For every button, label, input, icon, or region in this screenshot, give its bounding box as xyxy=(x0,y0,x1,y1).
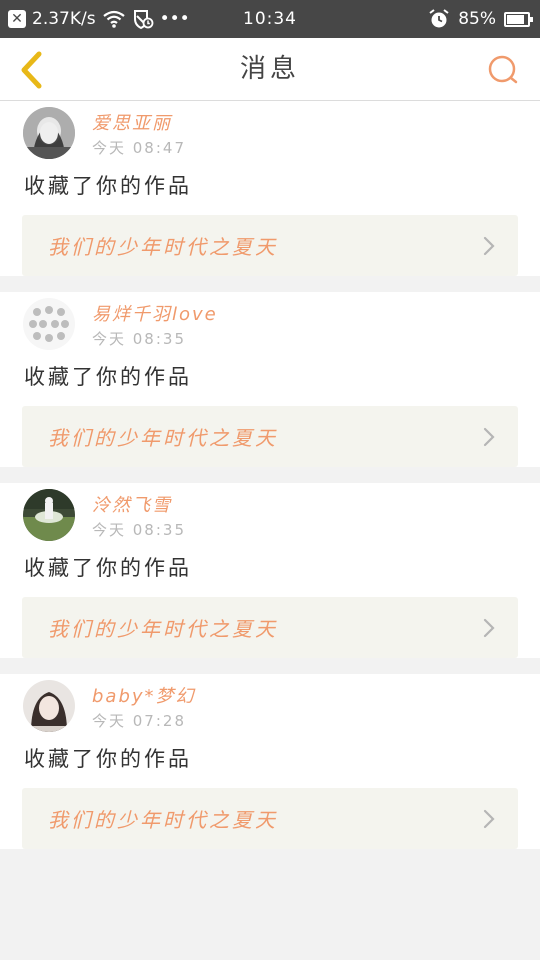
message-card: 爱思亚丽 今天 08:47 收藏了你的作品 我们的少年时代之夏天 xyxy=(0,101,540,276)
status-right: 85% xyxy=(428,0,533,38)
work-title: 我们的少年时代之夏天 xyxy=(48,235,278,259)
message-list: 爱思亚丽 今天 08:47 收藏了你的作品 我们的少年时代之夏天 易烊千羽lov… xyxy=(0,101,540,865)
user-name[interactable]: baby*梦幻 xyxy=(92,682,196,708)
work-link[interactable]: 我们的少年时代之夏天 xyxy=(22,597,518,658)
search-button[interactable] xyxy=(484,51,522,89)
page-title: 消息 xyxy=(239,54,300,84)
work-link[interactable]: 我们的少年时代之夏天 xyxy=(22,788,518,849)
message-time: 今天 08:35 xyxy=(92,521,186,539)
user-name[interactable]: 易烊千羽love xyxy=(92,300,218,326)
status-bar: ✕ 2.37K/s ••• 10:34 85% xyxy=(0,0,540,38)
chevron-right-icon xyxy=(482,426,496,448)
avatar[interactable] xyxy=(23,489,75,541)
message-header: baby*梦幻 今天 07:28 xyxy=(22,674,518,744)
work-title: 我们的少年时代之夏天 xyxy=(48,426,278,450)
message-time: 今天 08:47 xyxy=(92,139,186,157)
work-title: 我们的少年时代之夏天 xyxy=(48,617,278,641)
message-card: baby*梦幻 今天 07:28 收藏了你的作品 我们的少年时代之夏天 xyxy=(0,674,540,849)
message-card: 泠然飞雪 今天 08:35 收藏了你的作品 我们的少年时代之夏天 xyxy=(0,483,540,658)
message-action: 收藏了你的作品 xyxy=(24,365,192,389)
battery-percent: 85% xyxy=(458,9,496,29)
battery-icon xyxy=(504,11,533,27)
work-title: 我们的少年时代之夏天 xyxy=(48,808,278,832)
message-header: 爱思亚丽 今天 08:47 xyxy=(22,101,518,171)
work-link[interactable]: 我们的少年时代之夏天 xyxy=(22,406,518,467)
message-action: 收藏了你的作品 xyxy=(24,747,192,771)
message-header: 泠然飞雪 今天 08:35 xyxy=(22,483,518,553)
message-header: 易烊千羽love 今天 08:35 xyxy=(22,292,518,362)
app-header: 消息 xyxy=(0,38,540,101)
message-time: 今天 07:28 xyxy=(92,712,186,730)
avatar[interactable] xyxy=(23,680,75,732)
message-time: 今天 08:35 xyxy=(92,330,186,348)
avatar[interactable] xyxy=(23,298,75,350)
message-action: 收藏了你的作品 xyxy=(24,556,192,580)
chevron-right-icon xyxy=(482,617,496,639)
message-action: 收藏了你的作品 xyxy=(24,174,192,198)
alarm-icon xyxy=(428,8,450,30)
user-name[interactable]: 泠然飞雪 xyxy=(92,491,172,517)
search-icon xyxy=(488,55,518,84)
chevron-right-icon xyxy=(482,235,496,257)
work-link[interactable]: 我们的少年时代之夏天 xyxy=(22,215,518,276)
user-name[interactable]: 爱思亚丽 xyxy=(92,109,172,135)
message-card: 易烊千羽love 今天 08:35 收藏了你的作品 我们的少年时代之夏天 xyxy=(0,292,540,467)
chevron-right-icon xyxy=(482,808,496,830)
battery-level xyxy=(507,14,524,24)
avatar[interactable] xyxy=(23,107,75,159)
